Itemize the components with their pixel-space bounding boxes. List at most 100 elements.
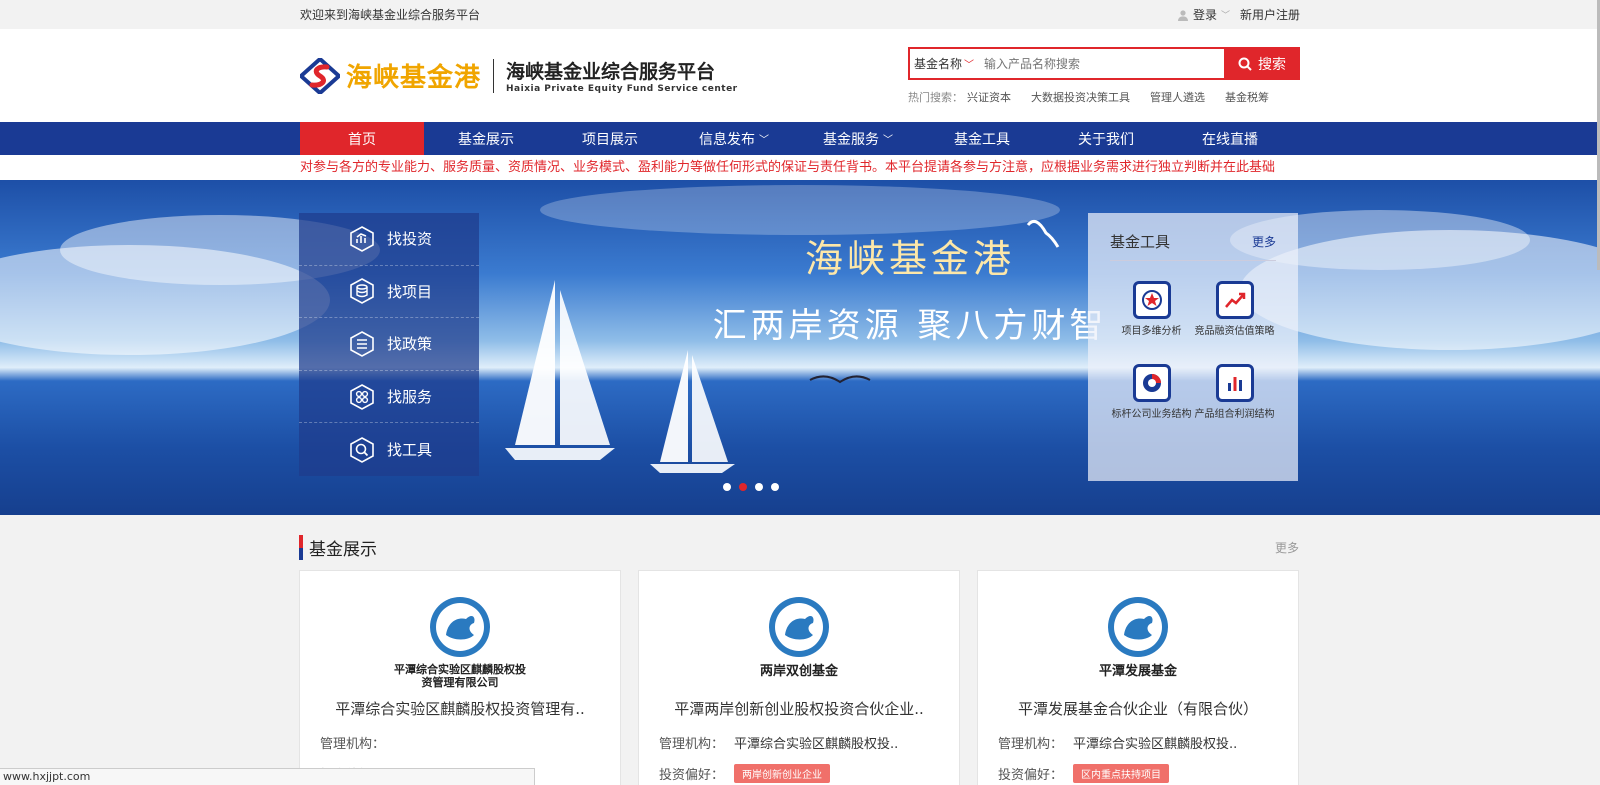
fund-card[interactable]: 平潭综合实验区麒麟股权投资管理有限公司 平潭综合实验区麒麟股权投资管理有.. 管… bbox=[299, 570, 621, 785]
search-input[interactable] bbox=[974, 49, 1224, 78]
header: 海峡基金港 海峡基金业综合服务平台 Haixia Private Equity … bbox=[0, 29, 1600, 122]
fund-card-list: 平潭综合实验区麒麟股权投资管理有限公司 平潭综合实验区麒麟股权投资管理有.. 管… bbox=[299, 570, 1299, 785]
nav-item-info[interactable]: 信息发布 ﹀ bbox=[672, 122, 796, 155]
tool-project-analysis[interactable]: 项目多维分析 bbox=[1110, 281, 1193, 338]
nav-label: 基金展示 bbox=[458, 131, 514, 148]
fund-logo-caption: 两岸双创基金 bbox=[759, 664, 838, 679]
search-bar: 基金名称 ﹀ 搜索 bbox=[908, 47, 1300, 80]
search-hexagon-icon bbox=[350, 436, 374, 463]
chevron-down-icon: ﹀ bbox=[883, 135, 893, 146]
nav-item-services[interactable]: 基金服务 ﹀ bbox=[796, 122, 920, 155]
dragon-emblem-icon bbox=[769, 597, 829, 657]
find-service-item[interactable]: 找服务 bbox=[299, 371, 479, 424]
manager-label: 管理机构： bbox=[320, 737, 386, 752]
tool-valuation-strategy[interactable]: 竞品融资估值策略 bbox=[1193, 281, 1276, 338]
tools-more-link[interactable]: 更多 bbox=[1252, 233, 1276, 250]
nav-label: 在线直播 bbox=[1202, 131, 1258, 148]
pie-chart-icon bbox=[1142, 374, 1161, 392]
logo-divider bbox=[493, 58, 495, 93]
nav-label: 首页 bbox=[348, 131, 376, 148]
search-type-select[interactable]: 基金名称 ﹀ bbox=[910, 49, 974, 78]
fund-logo: 平潭综合实验区麒麟股权投资管理有限公司 bbox=[320, 595, 600, 690]
register-link[interactable]: 新用户注册 bbox=[1240, 6, 1300, 23]
user-icon bbox=[1177, 9, 1188, 21]
hot-search-link[interactable]: 基金税筹 bbox=[1225, 89, 1269, 105]
nav-item-projects[interactable]: 项目展示 bbox=[548, 122, 672, 155]
dragon-emblem-icon bbox=[430, 597, 490, 657]
hot-search-link[interactable]: 兴证资本 bbox=[967, 89, 1011, 105]
carousel-dots bbox=[723, 483, 779, 491]
welcome-text: 欢迎来到海峡基金业综合服务平台 bbox=[300, 8, 481, 22]
nav-label: 基金工具 bbox=[954, 131, 1010, 148]
tool-business-structure[interactable]: 标杆公司业务结构 bbox=[1110, 364, 1193, 421]
search-type-label: 基金名称 bbox=[914, 57, 963, 71]
tool-label: 标杆公司业务结构 bbox=[1111, 409, 1192, 420]
manager-value: 平潭综合实验区麒麟股权投.. bbox=[1073, 737, 1238, 752]
hero-banner[interactable]: 找投资 找项目 找政策 找服务 找工具 海峡基金港 汇两岸资源 聚八方财智 基金… bbox=[0, 180, 1600, 515]
platform-name-en: Haixia Private Equity Fund Service cente… bbox=[506, 84, 738, 94]
platform-name: 海峡基金业综合服务平台 Haixia Private Equity Fund S… bbox=[506, 57, 738, 94]
side-item-label: 找服务 bbox=[387, 388, 433, 407]
nav-item-funds[interactable]: 基金展示 bbox=[424, 122, 548, 155]
funds-section-header: 基金展示 更多 bbox=[299, 535, 1299, 560]
fund-preference-row: 投资偏好： 区内重点扶持项目 bbox=[998, 764, 1278, 783]
manager-label: 管理机构： bbox=[659, 737, 725, 752]
fund-logo-caption: 平潭综合实验区麒麟股权投资管理有限公司 bbox=[394, 663, 526, 689]
star-badge-icon bbox=[1141, 290, 1162, 310]
preference-tag: 两岸创新创业企业 bbox=[734, 764, 831, 783]
fund-manager-row: 管理机构： bbox=[320, 733, 600, 752]
fund-card[interactable]: 两岸双创基金 平潭两岸创新创业股权投资合伙企业.. 管理机构： 平潭综合实验区麒… bbox=[638, 570, 960, 785]
fund-name: 平潭发展基金合伙企业（有限合伙） bbox=[1017, 700, 1258, 718]
browser-status-bar: www.hxjjpt.com bbox=[0, 768, 535, 785]
search-button[interactable]: 搜索 bbox=[1224, 47, 1300, 80]
tool-label: 产品组合利润结构 bbox=[1194, 409, 1275, 420]
hot-search-label: 热门搜索： bbox=[908, 91, 963, 104]
tool-label: 项目多维分析 bbox=[1121, 326, 1182, 337]
fund-preference-row: 投资偏好： 两岸创新创业企业 bbox=[659, 764, 939, 783]
tool-label: 竞品融资估值策略 bbox=[1194, 326, 1275, 337]
nav-item-tools[interactable]: 基金工具 bbox=[920, 122, 1044, 155]
notice-text: 对参与各方的专业能力、服务质量、资质情况、业务模式、盈利能力等做任何形式的保证与… bbox=[300, 160, 1276, 175]
nav-item-about[interactable]: 关于我们 bbox=[1044, 122, 1168, 155]
nav-label: 基金服务 bbox=[823, 131, 879, 148]
nav-label: 项目展示 bbox=[582, 131, 638, 148]
site-logo[interactable]: 海峡基金港 海峡基金业综合服务平台 Haixia Private Equity … bbox=[300, 57, 738, 94]
fund-card[interactable]: 平潭发展基金 平潭发展基金合伙企业（有限合伙） 管理机构： 平潭综合实验区麒麟股… bbox=[977, 570, 1299, 785]
tool-profit-structure[interactable]: 产品组合利润结构 bbox=[1193, 364, 1276, 421]
login-link[interactable]: 登录 ﹀ bbox=[1177, 6, 1230, 23]
fund-logo-caption: 平潭发展基金 bbox=[1098, 664, 1177, 679]
hot-searches: 热门搜索： 兴证资本 大数据投资决策工具 管理人遴选 基金税筹 bbox=[908, 89, 1269, 105]
nav-item-live[interactable]: 在线直播 bbox=[1168, 122, 1292, 155]
funds-more-link[interactable]: 更多 bbox=[1275, 539, 1299, 556]
tools-title: 基金工具 bbox=[1110, 233, 1171, 251]
status-url: www.hxjjpt.com bbox=[3, 770, 91, 783]
manager-value: 平潭综合实验区麒麟股权投.. bbox=[734, 737, 899, 752]
fund-manager-row: 管理机构： 平潭综合实验区麒麟股权投.. bbox=[998, 733, 1278, 752]
notice-marquee: 对参与各方的专业能力、服务质量、资质情况、业务模式、盈利能力等做任何形式的保证与… bbox=[0, 155, 1600, 180]
banner-slogan: 汇两岸资源 聚八方财智 bbox=[712, 306, 1108, 346]
search-icon bbox=[1238, 57, 1252, 71]
fund-name: 平潭两岸创新创业股权投资合伙企业.. bbox=[674, 700, 924, 718]
fund-tools-panel: 基金工具 更多 项目多维分析 竞品融资估值策略 标杆公司业务结构 产品组合利润结… bbox=[1088, 213, 1298, 481]
main-nav: 首页 基金展示 项目展示 信息发布 ﹀ 基金服务 ﹀ 基金工具 关于我们 在线直播 bbox=[0, 122, 1600, 155]
chevron-down-icon: ﹀ bbox=[759, 135, 769, 146]
dragon-emblem-icon bbox=[1108, 597, 1168, 657]
carousel-dot-active[interactable] bbox=[739, 483, 747, 491]
carousel-dot[interactable] bbox=[771, 483, 779, 491]
hot-search-link[interactable]: 大数据投资决策工具 bbox=[1031, 89, 1130, 105]
hot-search-link[interactable]: 管理人遴选 bbox=[1150, 89, 1205, 105]
fund-logo: 两岸双创基金 bbox=[659, 595, 939, 690]
nav-item-home[interactable]: 首页 bbox=[300, 122, 424, 155]
find-tool-item[interactable]: 找工具 bbox=[299, 423, 479, 476]
banner-title: 海峡基金港 bbox=[804, 237, 1015, 281]
section-title: 基金展示 bbox=[299, 535, 377, 560]
nav-label: 信息发布 bbox=[699, 131, 755, 148]
fund-name: 平潭综合实验区麒麟股权投资管理有.. bbox=[335, 700, 585, 718]
manager-label: 管理机构： bbox=[998, 737, 1064, 752]
logo-text: 海峡基金港 bbox=[346, 63, 482, 93]
carousel-dot[interactable] bbox=[755, 483, 763, 491]
search-button-label: 搜索 bbox=[1258, 56, 1286, 73]
fund-manager-row: 管理机构： 平潭综合实验区麒麟股权投.. bbox=[659, 733, 939, 752]
fund-logo: 平潭发展基金 bbox=[998, 595, 1278, 690]
carousel-dot[interactable] bbox=[723, 483, 731, 491]
